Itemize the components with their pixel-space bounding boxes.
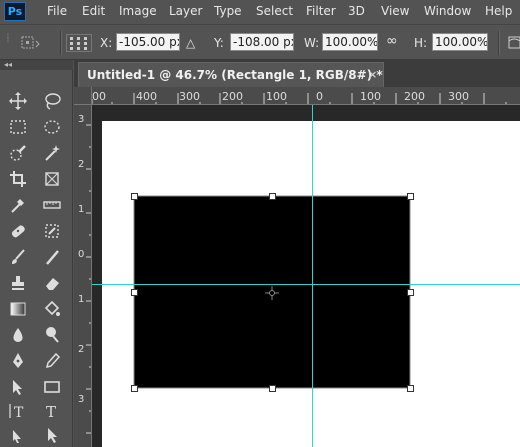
transform-handle-right[interactable]	[407, 289, 414, 296]
transform-reference-icon[interactable]	[20, 35, 42, 51]
warp-icon[interactable]	[508, 35, 520, 51]
ruler-label: 100	[360, 90, 381, 103]
eraser-tool-icon[interactable]	[40, 272, 64, 294]
options-bar: ⁞ X: -105.00 px △ Y: -108.00 px W: 100.0…	[0, 24, 520, 60]
clone-stamp-tool-icon[interactable]	[6, 272, 30, 294]
ruler-label: 300	[179, 90, 200, 103]
brush-tool-icon[interactable]	[6, 246, 30, 268]
menu-bar: Ps File Edit Image Layer Type Select Fil…	[0, 0, 520, 24]
patch-tool-icon[interactable]	[40, 220, 64, 242]
horizontal-type-tool-icon[interactable]: T	[40, 400, 64, 422]
ruler-origin[interactable]	[74, 87, 92, 105]
transform-handle-left[interactable]	[131, 289, 138, 296]
w-label: W:	[304, 36, 320, 50]
crop-tool-icon[interactable]	[6, 168, 30, 190]
options-separator	[60, 31, 62, 55]
ruler-tool-icon[interactable]	[40, 194, 64, 216]
direct-select-tool-icon[interactable]	[40, 424, 64, 446]
ruler-label: 200	[222, 90, 243, 103]
h-label: H:	[414, 36, 428, 50]
rect-marquee-tool-icon[interactable]	[6, 116, 30, 138]
dodge-tool-icon[interactable]	[40, 324, 64, 346]
x-position-field[interactable]: -105.00 px	[116, 33, 180, 51]
document-tab-title: Untitled-1 @ 46.7% (Rectangle 1, RGB/8#)…	[87, 68, 383, 82]
document-tab-bar: Untitled-1 @ 46.7% (Rectangle 1, RGB/8#)…	[74, 60, 520, 87]
document-canvas[interactable]	[92, 105, 520, 447]
ruler-label: 0	[316, 90, 323, 103]
eyedropper-tool-icon[interactable]	[6, 194, 30, 216]
horizontal-ruler[interactable]: 00 400 300 200 100 0 100 200 300	[92, 87, 520, 105]
frame-tool-icon[interactable]	[40, 168, 64, 190]
document-tab[interactable]: Untitled-1 @ 46.7% (Rectangle 1, RGB/8#)…	[78, 62, 384, 87]
document-area: Untitled-1 @ 46.7% (Rectangle 1, RGB/8#)…	[74, 60, 520, 447]
paint-bucket-tool-icon[interactable]	[40, 298, 64, 320]
link-icon[interactable]: ∞	[386, 33, 398, 49]
transform-handle-top[interactable]	[269, 193, 276, 200]
transform-handle-bottom-right[interactable]	[407, 385, 414, 392]
ruler-label: 2	[78, 159, 85, 170]
blur-tool-icon[interactable]	[6, 324, 30, 346]
collapse-panel-icon[interactable]: ◂◂	[0, 60, 73, 70]
ruler-label: 400	[136, 90, 157, 103]
ruler-label: 1	[78, 294, 85, 305]
rectangle-shape-tool-icon[interactable]	[40, 376, 64, 398]
ruler-label: 200	[404, 90, 425, 103]
quick-select-tool-icon[interactable]	[6, 142, 30, 164]
transform-handle-bottom[interactable]	[269, 385, 276, 392]
menu-window[interactable]: Window	[424, 4, 471, 18]
healing-brush-tool-icon[interactable]	[6, 220, 30, 242]
ellipse-marquee-tool-icon[interactable]	[40, 116, 64, 138]
menu-type[interactable]: Type	[214, 4, 242, 18]
options-separator	[498, 31, 500, 55]
height-field[interactable]: 100.00%	[432, 33, 488, 51]
move-tool-icon[interactable]	[6, 90, 30, 112]
svg-text:T: T	[14, 405, 24, 420]
photoshop-logo: Ps	[4, 2, 26, 21]
y-position-field[interactable]: -108.00 px	[230, 33, 294, 51]
y-label: Y:	[214, 36, 224, 50]
vertical-ruler[interactable]: 3 2 1 0 1 2 3	[74, 105, 92, 447]
delta-icon[interactable]: △	[186, 36, 195, 50]
ruler-label: 0	[78, 249, 85, 260]
canvas-viewport[interactable]	[92, 105, 520, 447]
magic-wand-tool-icon[interactable]	[40, 142, 64, 164]
horizontal-guide[interactable]	[92, 284, 520, 285]
menu-edit[interactable]: Edit	[82, 4, 105, 18]
tools-panel: ◂◂ T T	[0, 60, 73, 447]
freeform-pen-tool-icon[interactable]	[40, 350, 64, 372]
width-field[interactable]: 100.00%	[322, 33, 378, 51]
lasso-tool-icon[interactable]	[40, 90, 64, 112]
menu-help[interactable]: Help	[485, 4, 512, 18]
vertical-guide[interactable]	[312, 105, 313, 447]
transform-handle-bottom-left[interactable]	[131, 385, 138, 392]
menu-select[interactable]: Select	[256, 4, 293, 18]
close-icon[interactable]: ×	[368, 68, 377, 81]
menu-image[interactable]: Image	[119, 4, 157, 18]
path-select-tool-icon[interactable]	[6, 376, 30, 398]
ruler-label: 3	[78, 114, 85, 125]
menu-3d[interactable]: 3D	[348, 4, 365, 18]
x-label: X:	[100, 36, 113, 50]
hand-tool-icon[interactable]	[6, 424, 30, 446]
menu-file[interactable]: File	[47, 4, 67, 18]
grip-icon: ⁞	[6, 31, 10, 45]
menu-filter[interactable]: Filter	[306, 4, 336, 18]
transform-handle-top-right[interactable]	[407, 193, 414, 200]
ruler-label: 300	[448, 90, 469, 103]
ruler-label: 1	[78, 204, 85, 215]
ruler-label: 00	[92, 90, 106, 103]
menu-view[interactable]: View	[381, 4, 409, 18]
pen-tool-icon[interactable]	[6, 350, 30, 372]
transform-handle-top-left[interactable]	[131, 193, 138, 200]
gradient-tool-icon[interactable]	[6, 298, 30, 320]
reference-point-icon[interactable]	[66, 34, 92, 52]
reference-point-crosshair-icon[interactable]	[265, 286, 279, 300]
svg-text:T: T	[46, 403, 56, 420]
menu-layer[interactable]: Layer	[169, 4, 202, 18]
pencil-tool-icon[interactable]	[40, 246, 64, 268]
ruler-label: 2	[78, 344, 85, 355]
ruler-label: 100	[266, 90, 287, 103]
vertical-type-tool-icon[interactable]: T	[6, 400, 30, 422]
ruler-label: 3	[78, 394, 85, 405]
